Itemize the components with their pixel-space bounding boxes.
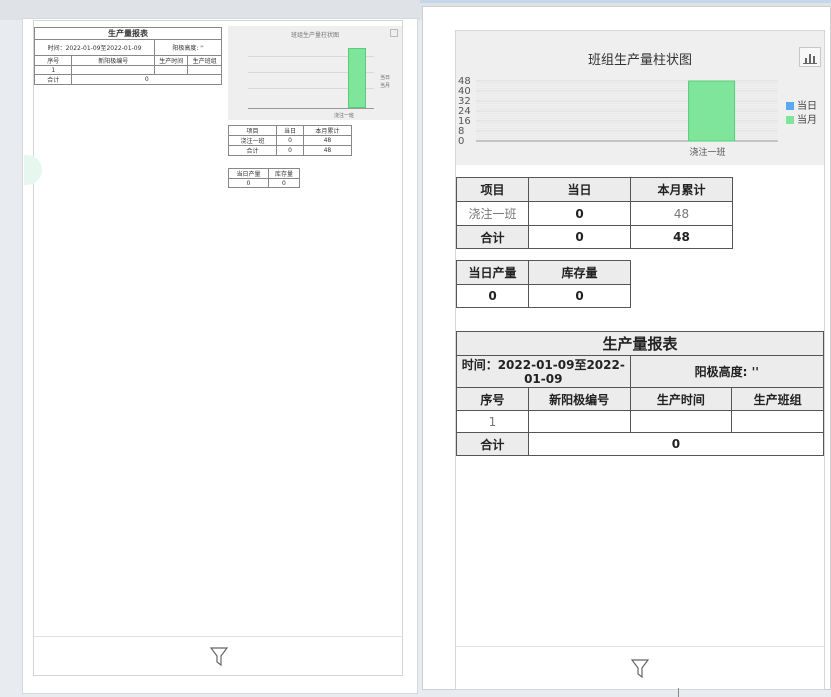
mini-chart-title: 班组生产量柱状图 [290,32,339,39]
mini-row-time [153,65,189,75]
scroll-marker [678,688,679,697]
mini-report-table: 生产量报表 时间：2022-01-09至2022-01-09 阳极高度: '' … [33,27,223,85]
mini-col-seq: 序号 [33,55,73,66]
report-total-value: 0 [527,432,825,456]
mini-legend-month: 当月 [380,83,391,89]
mini-bar-month [348,48,366,108]
mini-team-h0: 项目 [227,125,278,136]
mini-time-label: 时间：2022-01-09至2022-01-09 [34,39,155,56]
team-row-day: 0 [528,201,631,226]
mini-team-h2: 本月累计 [302,125,353,136]
report-table: 生产量报表 时间：2022-01-09至2022-01-09 阳极高度: '' … [456,331,825,456]
mini-anode-label: 阳极高度: '' [153,39,223,56]
legend-swatch [786,102,794,110]
col-prod-team: 生产班组 [731,387,824,411]
team-total-label: 合计 [456,225,529,249]
team-total-month: 48 [630,225,733,249]
col-prod-time: 生产时间 [629,387,733,411]
row-seq: 1 [456,410,529,433]
stock-header-output: 当日产量 [456,260,529,285]
col-seq: 序号 [456,387,529,411]
mini-stock-h0: 当日产量 [228,168,269,179]
team-header-item: 项目 [456,177,529,202]
legend-swatch [786,116,794,124]
team-total-day: 0 [528,225,631,249]
legend-label: 当月 [797,113,817,126]
mini-total-value: 0 [71,74,222,85]
mini-team-r0: 浇注一班 [227,135,278,146]
team-header-day: 当日 [528,177,631,202]
mini-row-code [71,65,155,75]
team-row-name: 浇注一班 [456,201,529,226]
mini-category-label: 浇注一班 [334,113,355,119]
x-tick-label: 浇注一班 [690,146,726,158]
mini-stock-table: 当日产量 库存量 0 0 [228,168,301,188]
mini-report-title: 生产量报表 [34,27,222,40]
mini-row-seq: 1 [33,65,73,75]
row-prod-team [731,410,824,433]
mini-stock-v0: 0 [228,178,269,188]
filter-icon[interactable] [210,647,228,667]
col-anode-code: 新阳极编号 [527,387,631,411]
mini-row-team [187,65,222,75]
y-tick-label: 0 [458,136,464,147]
filter-icon[interactable] [631,659,649,679]
chart-plot: 484032241680浇注一班当日当月 [458,76,817,158]
report-anode-label: 阳极高度: '' [629,355,825,388]
right-filter-bar [456,646,824,690]
mini-legend-day: 当日 [380,75,391,81]
team-row-month: 48 [630,201,733,226]
mini-team-r1: 0 [276,135,304,146]
mini-team-t1: 0 [276,145,304,156]
mini-col-team: 生产班组 [187,55,222,66]
row-prod-time [629,410,733,433]
mini-stock-h1: 库存量 [267,168,301,179]
team-table: 项目 当日 本月累计 浇注一班 0 48 合计 0 48 [456,177,733,249]
bar-chart: 班组生产量柱状图 48 40 32 24 16 8 0 浇注一班 当日 当月 [456,31,824,165]
mini-bar-chart-icon[interactable] [390,29,398,37]
mini-team-table: 项目 当日 本月累计 浇注一班 0 48 合计 0 48 [227,125,353,156]
report-total-label: 合计 [456,432,529,456]
stock-header-inventory: 库存量 [528,260,631,285]
report-time-label: 时间：2022-01-09至2022-01-09 [456,355,631,388]
mini-col-time: 生产时间 [153,55,189,66]
stock-inventory-value: 0 [528,284,631,308]
mini-chart: 班组生产量柱状图 浇注一班 当日 当月 [228,26,402,120]
bar-当月 [688,80,736,142]
stock-output-value: 0 [456,284,529,308]
stock-table: 当日产量 库存量 0 0 [456,260,631,308]
legend-label: 当日 [797,99,817,112]
row-anode-code [527,410,631,433]
mini-team-t2: 48 [302,145,353,156]
mini-stock-v1: 0 [267,178,301,188]
mini-team-t0: 合计 [227,145,278,156]
mini-col-code: 新阳极编号 [71,55,155,66]
mini-x-axis [248,108,374,109]
team-header-month: 本月累计 [630,177,733,202]
divider [420,0,831,3]
mini-team-r2: 48 [302,135,353,146]
left-filter-bar [33,636,403,676]
report-title: 生产量报表 [456,331,824,356]
mini-team-h1: 当日 [276,125,304,136]
mini-total-label: 合计 [33,74,73,85]
